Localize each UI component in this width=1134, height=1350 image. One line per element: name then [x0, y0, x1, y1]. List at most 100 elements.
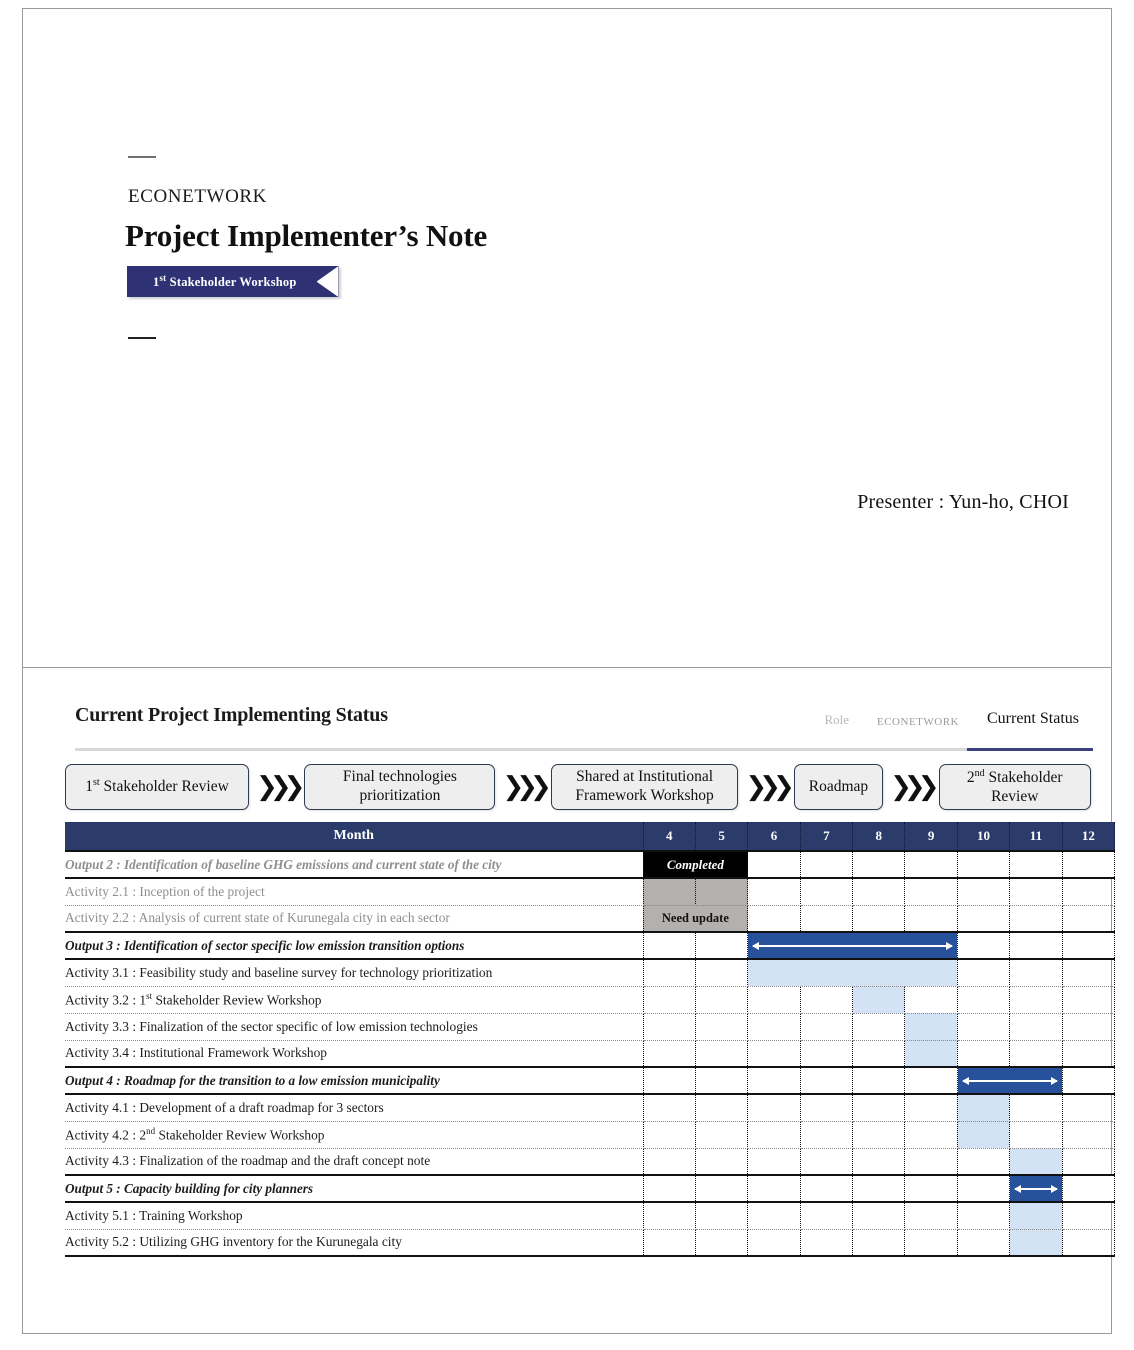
gantt-cell-empty [852, 850, 906, 879]
gantt-cell-empty [747, 850, 801, 879]
gantt-cell-empty [1062, 986, 1116, 1014]
chevron-right-icon-3: ❯❯❯ [745, 772, 794, 802]
gantt-cell-empty [957, 1174, 1011, 1203]
gantt-cell-empty [747, 1094, 801, 1122]
gantt-cell-empty [800, 1148, 854, 1176]
status-badge: Need update [643, 905, 749, 933]
gantt-cell-empty [1062, 1174, 1116, 1203]
gantt-cell-empty [852, 905, 906, 933]
gantt-cell-empty [852, 1202, 906, 1230]
column-header-month: Month [65, 822, 644, 851]
gantt-cell-empty [695, 1229, 749, 1257]
breadcrumb-item-econetwork[interactable]: ECONETWORK [863, 716, 973, 735]
gantt-cell-planned [1009, 1229, 1063, 1257]
gantt-cell-empty [643, 1202, 696, 1230]
gantt-cell-empty [1009, 1040, 1063, 1068]
gantt-cell-empty [800, 1066, 854, 1095]
breadcrumb-item-current-status[interactable]: Current Status [973, 710, 1093, 735]
flow-step-stakeholder-review-1[interactable]: 1st Stakeholder Review [65, 764, 250, 810]
gantt-cell-empty [800, 986, 854, 1014]
column-header-m8: 8 [852, 822, 906, 851]
activity-row-label: Activity 4.3 : Finalization of the roadm… [65, 1148, 644, 1176]
gantt-cell-empty [1009, 1013, 1063, 1041]
table-row: Activity 3.2 : 1st Stakeholder Review Wo… [65, 986, 1116, 1014]
chevron-right-icon-2: ❯❯❯ [502, 772, 551, 802]
gantt-cell-empty [1062, 959, 1116, 987]
table-row: Activity 4.2 : 2nd Stakeholder Review Wo… [65, 1121, 1116, 1149]
status-badge: Completed [643, 850, 749, 879]
column-header-m5: 5 [695, 822, 749, 851]
gantt-table-body: Output 2 : Identification of baseline GH… [65, 850, 1116, 1257]
gantt-cell-empty [695, 1148, 749, 1176]
gantt-cell-empty [747, 1148, 801, 1176]
gantt-bar [747, 931, 958, 960]
gantt-cell-empty [1009, 878, 1063, 906]
gantt-cell-empty [695, 1013, 749, 1041]
gantt-cell-empty [1009, 1121, 1063, 1149]
gantt-cell-empty [643, 986, 696, 1014]
flow-step-roadmap[interactable]: Roadmap [793, 764, 884, 810]
gantt-cell-empty [904, 1094, 958, 1122]
header-divider [75, 748, 1093, 751]
gantt-cell-empty [747, 1174, 801, 1203]
status-badge [643, 878, 696, 906]
gantt-cell-empty [904, 1202, 958, 1230]
gantt-cell-empty [904, 986, 958, 1014]
gantt-cell-empty [1062, 850, 1116, 879]
output-row-label: Output 4 : Roadmap for the transition to… [65, 1066, 644, 1095]
gantt-cell-empty [747, 1040, 801, 1068]
gantt-cell-empty [852, 1121, 906, 1149]
column-header-m11: 11 [1009, 822, 1063, 851]
gantt-cell-empty [1062, 1229, 1116, 1257]
activity-row-label: Activity 3.2 : 1st Stakeholder Review Wo… [65, 986, 644, 1014]
slide-heading: Current Project Implementing Status [75, 704, 388, 726]
gantt-cell-empty [695, 1174, 749, 1203]
flow-step-stakeholder-review-2[interactable]: 2nd Stakeholder Review [938, 764, 1091, 810]
gantt-cell-empty [852, 878, 906, 906]
gantt-cell-empty [643, 1229, 696, 1257]
gantt-cell-empty [800, 905, 854, 933]
column-header-m6: 6 [747, 822, 801, 851]
gantt-cell-empty [904, 850, 958, 879]
gantt-cell-empty [1062, 1148, 1116, 1176]
gantt-cell-empty [747, 1202, 801, 1230]
status-badge-label: Completed [666, 857, 724, 872]
ribbon-label: Stakeholder Workshop [166, 275, 297, 290]
gantt-header-row: Month 4 5 6 7 8 9 10 11 12 [65, 822, 1116, 851]
gantt-cell-planned [1009, 1202, 1063, 1230]
activity-row-label: Activity 5.2 : Utilizing GHG inventory f… [65, 1229, 644, 1257]
header-divider-active [967, 748, 1093, 751]
table-row: Activity 3.3 : Finalization of the secto… [65, 1013, 1116, 1041]
gantt-cell-empty [957, 1013, 1011, 1041]
subtitle-ribbon: 1st Stakeholder Workshop [127, 266, 339, 298]
gantt-cell-empty [747, 1229, 801, 1257]
breadcrumb-item-role[interactable]: Role [810, 712, 863, 735]
activity-row-label: Activity 4.1 : Development of a draft ro… [65, 1094, 644, 1122]
flow-step-final-technologies[interactable]: Final technologies prioritization [304, 764, 496, 810]
gantt-cell-empty [904, 1174, 958, 1203]
gantt-cell-empty [800, 1229, 854, 1257]
output-row-label: Output 2 : Identification of baseline GH… [65, 850, 644, 879]
column-header-m12: 12 [1062, 822, 1116, 851]
presenter-line: Presenter : Yun-ho, CHOI [857, 491, 1069, 513]
gantt-cell-empty [1009, 931, 1063, 960]
gantt-cell-empty [747, 986, 801, 1014]
gantt-cell-empty [695, 959, 749, 987]
table-row: Output 5 : Capacity building for city pl… [65, 1174, 1116, 1203]
gantt-cell-empty [904, 1229, 958, 1257]
gantt-cell-empty [957, 878, 1011, 906]
flow-step-institutional-workshop[interactable]: Shared at Institutional Framework Worksho… [550, 764, 739, 810]
gantt-cell-empty [695, 1040, 749, 1068]
activity-row-label: Activity 2.2 : Analysis of current state… [65, 905, 644, 933]
gantt-cell-empty [1009, 1094, 1063, 1122]
gantt-cell-empty [1062, 1121, 1116, 1149]
slide-title-page: ECONETWORK Project Implementer’s Note 1s… [22, 8, 1112, 668]
flow-step-2-label: Final technologies prioritization [342, 768, 457, 804]
gantt-cell-empty [643, 1066, 696, 1095]
gantt-cell-empty [957, 959, 1011, 987]
gantt-cell-empty [1062, 1202, 1116, 1230]
table-row: Output 3 : Identification of sector spec… [65, 931, 1116, 960]
double-arrow-icon [962, 1079, 1057, 1082]
output-row-label: Output 5 : Capacity building for city pl… [65, 1174, 644, 1203]
gantt-cell-empty [643, 1121, 696, 1149]
